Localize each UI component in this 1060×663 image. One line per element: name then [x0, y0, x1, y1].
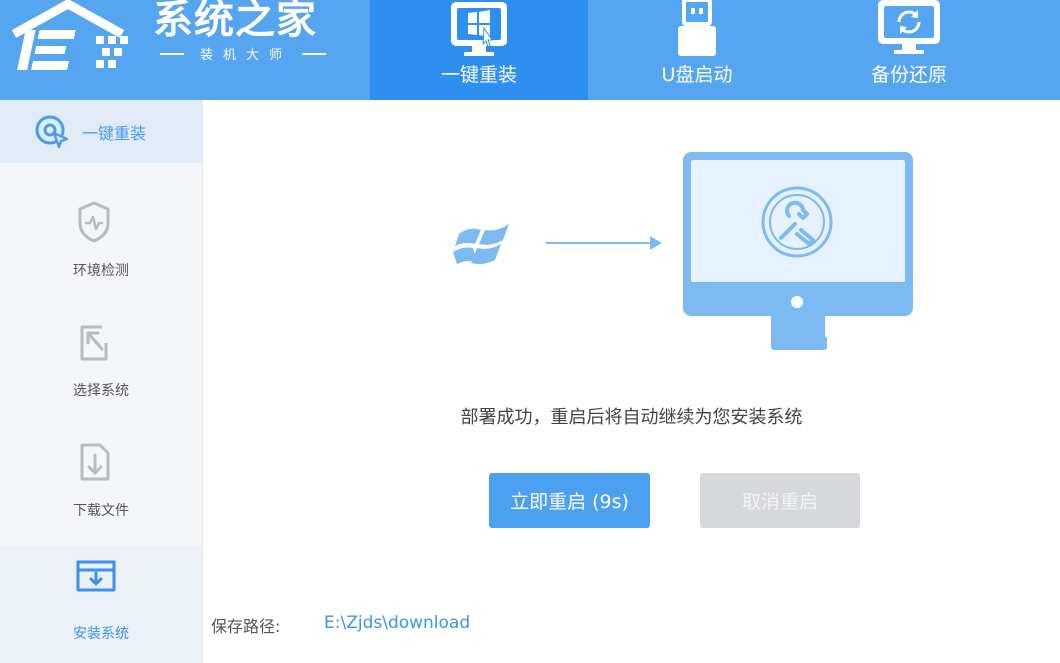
- select-arrow-icon: [80, 325, 108, 361]
- file-download-icon: [80, 443, 110, 481]
- restart-now-button[interactable]: 立即重启 (9s): [489, 473, 650, 528]
- reinstall-cursor-icon: [35, 115, 69, 149]
- sidebar-step-environment-check[interactable]: 环境检测: [0, 195, 202, 313]
- house-logo-icon: [11, 0, 128, 70]
- save-path-label: 保存路径:: [211, 617, 281, 636]
- logo-divider-right: [301, 52, 326, 55]
- step-label: 选择系统: [73, 383, 129, 399]
- step-label: 下载文件: [73, 503, 129, 519]
- windows-logo-icon: [453, 224, 509, 264]
- install-box-icon: [76, 560, 116, 592]
- status-message: 部署成功，重启后将自动继续为您安装系统: [460, 407, 803, 428]
- logo-title: 系统之家: [153, 0, 317, 43]
- app-logo: 系统之家 装机大师: [0, 0, 370, 100]
- main-panel: 部署成功，重启后将自动继续为您安装系统 立即重启 (9s) 取消重启 保存路径:…: [203, 100, 1060, 663]
- tab-usb-boot[interactable]: U盘启动: [588, 0, 806, 100]
- sidebar-step-install-system[interactable]: 安装系统: [0, 546, 202, 663]
- cancel-restart-button[interactable]: 取消重启: [700, 473, 860, 528]
- sidebar-header-label: 一键重装: [82, 124, 147, 143]
- monitor-tools-icon: [683, 152, 913, 350]
- tab-one-click-reinstall[interactable]: 一键重装: [370, 0, 588, 100]
- tab-label: 一键重装: [440, 64, 517, 86]
- monitor-windows-icon: [451, 2, 507, 56]
- sidebar-step-download-files[interactable]: 下载文件: [0, 435, 202, 553]
- logo-divider-left: [160, 52, 184, 55]
- tab-backup-restore[interactable]: 备份还原: [806, 0, 1012, 100]
- usb-drive-icon: [678, 0, 716, 56]
- sidebar-item-one-click-reinstall[interactable]: 一键重装: [0, 100, 202, 163]
- tab-label: U盘启动: [661, 64, 733, 86]
- logo-subtitle-text: 装机大师: [199, 48, 292, 63]
- sidebar-step-select-system[interactable]: 选择系统: [0, 315, 202, 433]
- backup-restore-icon: [878, 0, 940, 54]
- save-path-link[interactable]: E:\Zjds\download: [324, 613, 470, 633]
- app-header: 系统之家 装机大师 一键重装 U盘启动 备份还原: [0, 0, 1060, 100]
- logo-subtitle: 装机大师: [160, 44, 326, 63]
- step-label: 环境检测: [73, 263, 129, 279]
- tab-label: 备份还原: [870, 64, 947, 86]
- step-label: 安装系统: [73, 626, 129, 642]
- sidebar: 一键重装 环境检测 选择系统 下载文件 安装系统: [0, 100, 203, 663]
- right-arrow-icon: [546, 236, 662, 250]
- shield-pulse-icon: [78, 201, 110, 243]
